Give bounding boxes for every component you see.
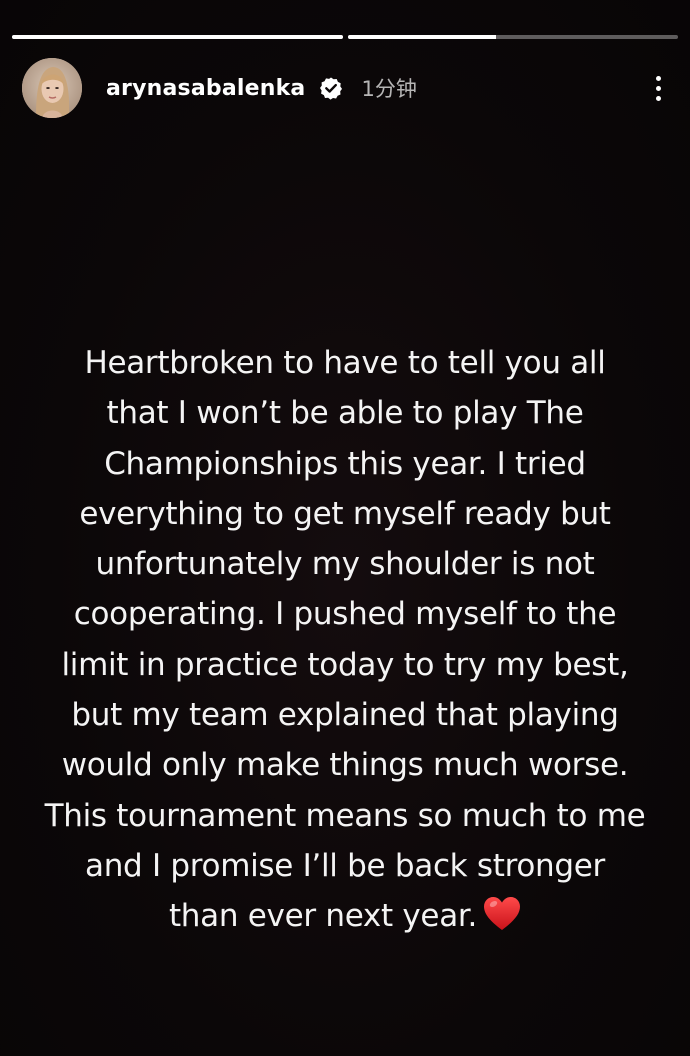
avatar[interactable] <box>22 58 82 118</box>
timestamp: 1分钟 <box>361 77 417 101</box>
story-progress-segment-1 <box>12 35 343 39</box>
story-line: unfortunately my shoulder is not <box>95 546 595 583</box>
story-line: everything to get myself ready but <box>79 495 611 532</box>
story-progress-fill-1 <box>12 35 343 39</box>
more-options-icon[interactable] <box>648 70 668 106</box>
story-header: arynasabalenka 1分钟 <box>22 58 668 118</box>
verified-badge-icon <box>320 77 343 100</box>
story-line: cooperating. I pushed myself to the <box>73 596 617 633</box>
story-line: that I won’t be able to play The <box>106 395 584 432</box>
story-line: Championships this year. I tried <box>104 445 586 482</box>
story-last-line: than ever next year. <box>10 891 680 941</box>
story-progress-segment-2 <box>347 35 678 39</box>
more-dot <box>655 85 661 91</box>
story-progress-fill-2 <box>347 35 497 39</box>
story-text: Heartbroken to have to tell you all that… <box>10 338 680 942</box>
more-dot <box>655 95 661 101</box>
story-line: would only make things much worse. <box>61 747 629 784</box>
story-line: This tournament means so much to me <box>44 797 646 834</box>
story-line: but my team explained that playing <box>71 697 619 734</box>
username[interactable]: arynasabalenka <box>106 76 305 101</box>
story-line: than ever next year. <box>168 898 478 935</box>
profile-photo <box>22 58 82 118</box>
story-line: limit in practice today to try my best, <box>61 646 629 683</box>
more-dot <box>655 75 661 81</box>
story-progress-bar <box>12 35 678 39</box>
story-line: and I promise I’ll be back stronger <box>85 847 605 884</box>
story-line: Heartbroken to have to tell you all <box>84 345 606 381</box>
red-heart-icon <box>484 897 521 931</box>
